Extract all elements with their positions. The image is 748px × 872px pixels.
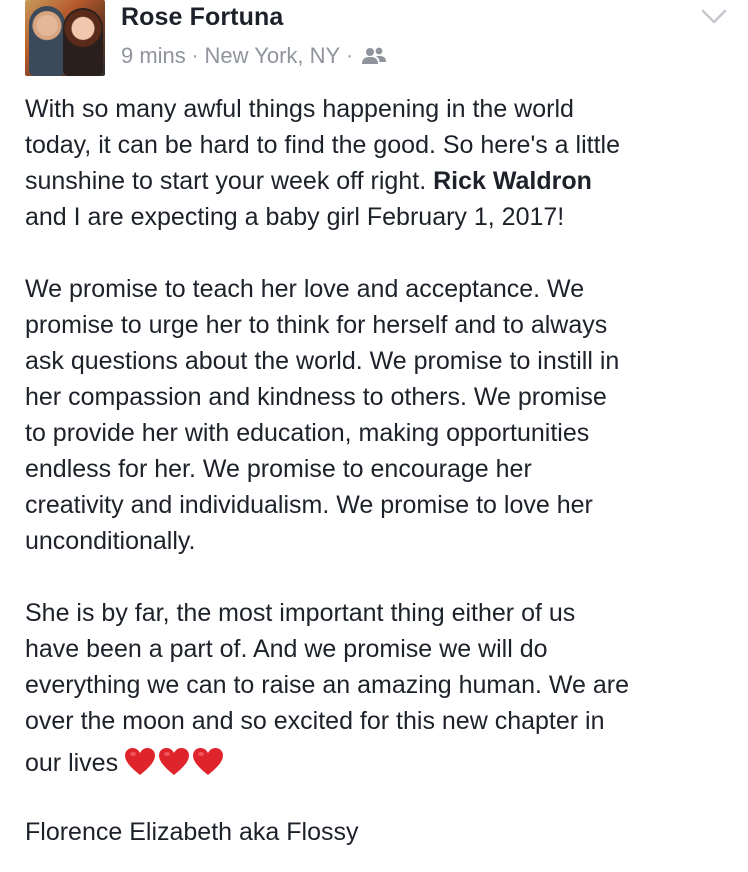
facebook-post: Rose Fortuna 9 mins · New York, NY · Wit…	[0, 0, 748, 872]
post-paragraph: Florence Elizabeth aka Flossy	[25, 818, 359, 846]
meta-separator: ·	[346, 44, 353, 67]
post-paragraph: With so many awful things happening in t…	[25, 91, 740, 235]
meta-separator: ·	[191, 44, 199, 67]
post-paragraph: She is by far, the most important thing …	[25, 595, 740, 739]
red-heart-icon	[158, 747, 190, 777]
avatar-photo-person	[63, 8, 103, 76]
chevron-down-icon[interactable]	[700, 8, 728, 26]
avatar-photo-person	[29, 6, 65, 76]
author-name[interactable]: Rose Fortuna	[121, 3, 283, 32]
post-paragraph-last-line: our lives	[25, 745, 740, 781]
post-location[interactable]: New York, NY	[204, 43, 340, 69]
paragraph-text: She is by far, the most important thing …	[25, 599, 630, 735]
red-heart-icon	[192, 747, 224, 777]
avatar[interactable]	[25, 0, 105, 76]
post-paragraph: We promise to teach her love and accepta…	[25, 275, 620, 555]
paragraph-text: our lives	[25, 749, 119, 777]
red-heart-icon	[124, 747, 156, 777]
paragraph-text: and I are expecting a baby girl February…	[25, 203, 565, 231]
post-body: With so many awful things happening in t…	[25, 91, 740, 850]
post-time[interactable]: 9 mins	[121, 43, 186, 69]
post-meta: 9 mins · New York, NY ·	[121, 43, 387, 69]
mention-link[interactable]: Rick Waldron	[433, 167, 592, 195]
emoji-group	[124, 747, 224, 777]
friends-icon[interactable]	[361, 46, 387, 66]
